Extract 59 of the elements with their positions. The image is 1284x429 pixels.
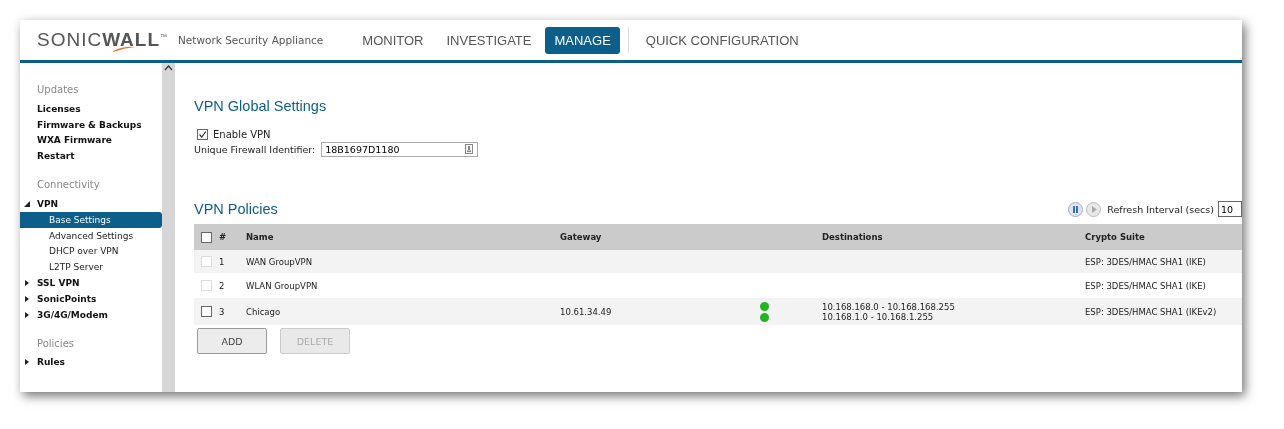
nav-tab[interactable]: MONITOR [353,26,433,54]
table-cell-text: ESP: 3DES/HMAC SHA1 (IKE) [1085,256,1207,267]
section-title: VPN Policies [194,201,279,217]
refresh-interval-field[interactable]: 10 [1218,201,1242,217]
sidebar-heading: Policies [36,336,75,351]
column-header: # [219,232,227,242]
table-cell-text: ESP: 3DES/HMAC SHA1 (IKE) [1085,280,1207,291]
sidebar-group[interactable]: SSL VPN [37,278,80,289]
product-name: Network Security Appliance [178,34,324,46]
sidebar-item[interactable]: Licenses [20,101,162,117]
table-cell-text: WLAN GroupVPN [246,280,319,291]
sidebar-item[interactable]: Advanced Settings [20,227,162,244]
table-cell-text: 10.168.1.0 - 10.168.1.255 [822,311,935,322]
nav-tab[interactable]: MANAGE [545,26,620,54]
table-cell: 3 [219,306,225,317]
column-header: Name [246,232,275,242]
collapse-triangle-icon[interactable] [24,201,30,208]
action-button[interactable]: ADD [197,328,267,354]
sidebar-item[interactable]: L2TP Server [20,259,162,276]
table-cell-text: WAN GroupVPN [246,256,313,267]
table-cell: 10.61.34.49 [560,306,612,317]
checkbox[interactable] [201,306,212,317]
sidebar-group[interactable]: SonicPoints [37,293,97,304]
nav-tab[interactable]: QUICK CONFIGURATION [636,26,808,54]
sidebar-heading: Connectivity [36,178,101,193]
checkbox[interactable] [197,129,208,140]
identifier-field[interactable]: 18B1697D1180 [321,142,479,157]
refresh-label: Refresh Interval (secs) [1107,203,1214,215]
nav-tab[interactable]: INVESTIGATE [437,26,541,54]
sidebar-item[interactable]: DHCP over VPN [20,243,162,260]
logo: SONICWALL$^{™}$ [37,29,169,51]
expand-triangle-icon[interactable] [24,359,30,366]
table-cell-text: 10.168.168.0 - 10.168.168.255 [822,301,956,312]
column-header: Crypto Suite [1085,232,1146,242]
column-header: Destinations [822,232,884,242]
sidebar-heading: Updates [36,83,80,97]
sidebar-group[interactable]: 3G/4G/Modem [37,309,108,320]
expand-triangle-icon[interactable] [24,311,30,318]
expand-triangle-icon[interactable] [24,280,30,287]
checkbox-label: Enable VPN [213,129,271,140]
sidebar-item[interactable]: Restart [20,148,162,165]
sidebar-group[interactable]: Rules [37,357,65,368]
expand-triangle-icon[interactable] [24,295,30,302]
table-cell-text: ESP: 3DES/HMAC SHA1 (IKEv2) [1085,306,1218,317]
pause-button[interactable] [1068,201,1084,217]
table-cell: 1 [219,256,225,267]
field-label: Unique Firewall Identifier: [194,144,316,155]
sidebar-group[interactable]: VPN [37,199,59,210]
sidebar-item[interactable]: WXA Firmware [20,132,162,149]
key-icon [465,144,474,154]
sidebar-item[interactable]: Base Settings [20,212,162,228]
section-title: VPN Global Settings [194,98,328,114]
sidebar-item[interactable]: Firmware & Backups [20,116,162,133]
column-header: Gateway [560,232,603,242]
scroll-up-icon[interactable] [164,65,173,71]
table-cell: 2 [219,280,225,291]
table-cell-text: Chicago [246,306,282,317]
checkbox[interactable] [201,231,212,243]
scrollbar[interactable] [162,63,175,392]
